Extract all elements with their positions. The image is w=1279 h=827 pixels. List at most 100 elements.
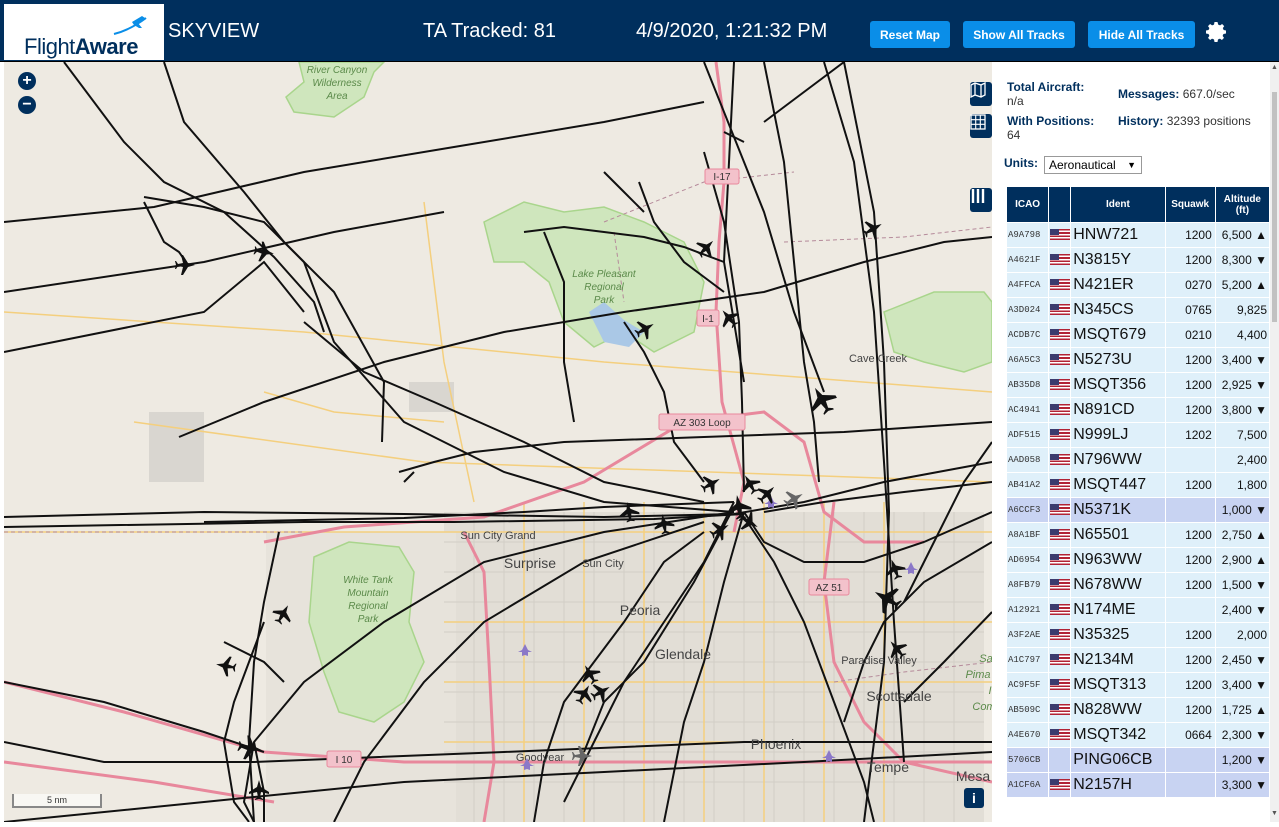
us-flag-icon <box>1049 679 1070 691</box>
table-row[interactable]: A1CF6A N2157H 3,300 ▼ <box>1005 772 1271 798</box>
cell-squawk: 1202 <box>1164 422 1216 448</box>
cell-altitude: 2,000 <box>1214 622 1271 648</box>
label-lake-pleasant-3: Park <box>594 295 616 306</box>
column-ident[interactable]: Ident <box>1070 186 1166 223</box>
table-row[interactable]: 5706CB PING06CB 1,200 ▼ <box>1005 747 1271 773</box>
scroll-up-arrow-icon[interactable]: ▲ <box>1271 64 1278 71</box>
cell-squawk: 1200 <box>1164 247 1216 273</box>
table-row[interactable]: A3F2AE N35325 1200 2,000 <box>1005 622 1271 648</box>
aircraft-icon[interactable] <box>214 654 238 678</box>
column-icao[interactable]: ICAO <box>1005 186 1050 223</box>
cell-squawk: 1200 <box>1164 572 1216 598</box>
table-row[interactable]: A6A5C3 N5273U 1200 3,400 ▼ <box>1005 347 1271 373</box>
label-surprise: Surprise <box>504 555 556 571</box>
logo-wordmark: FlightAware <box>24 34 138 60</box>
columns-icon[interactable] <box>970 188 992 212</box>
zoom-in-icon[interactable]: + <box>18 72 36 90</box>
table-row[interactable]: AB509C N828WW 1200 1,725 ▲ <box>1005 697 1271 723</box>
info-icon[interactable]: i <box>964 788 984 808</box>
table-row[interactable]: A9A798 HNW721 1200 6,500 ▲ <box>1005 222 1271 248</box>
column-flag[interactable] <box>1048 186 1072 223</box>
gear-icon[interactable] <box>1205 20 1229 44</box>
table-row[interactable]: AAD058 N796WW 2,400 <box>1005 447 1271 473</box>
cell-altitude: 1,725 ▲ <box>1214 697 1271 723</box>
show-all-tracks-button[interactable]: Show All Tracks <box>963 21 1075 48</box>
table-row[interactable]: ADF515 N999LJ 1202 7,500 <box>1005 422 1271 448</box>
column-altitude[interactable]: Altitude (ft) <box>1214 186 1271 223</box>
us-flag-icon <box>1049 479 1070 491</box>
cell-ident: N2157H <box>1070 772 1166 798</box>
label-salt-river-2: Pima <box>965 669 990 681</box>
us-flag-icon <box>1049 429 1070 441</box>
table-row[interactable]: AB35D8 MSQT356 1200 2,925 ▼ <box>1005 372 1271 398</box>
cell-ident: N2134M <box>1070 647 1166 673</box>
table-row[interactable]: ACDB7C MSQT679 0210 4,400 <box>1005 322 1271 348</box>
cell-ident: N5371K <box>1070 497 1166 523</box>
map-layers-icon[interactable] <box>970 82 992 106</box>
table-row[interactable]: AD6954 N963WW 1200 2,900 ▲ <box>1005 547 1271 573</box>
cell-altitude: 5,200 ▲ <box>1214 272 1271 298</box>
cell-icao: ACDB7C <box>1005 322 1050 348</box>
stat-with-positions-label: With Positions: <box>1007 114 1095 128</box>
cell-altitude: 4,400 <box>1214 322 1271 348</box>
cell-altitude: 9,825 <box>1214 297 1271 323</box>
table-row[interactable]: A4621F N3815Y 1200 8,300 ▼ <box>1005 247 1271 273</box>
cell-flag <box>1048 372 1072 398</box>
current-datetime: 4/9/2020, 1:21:32 PM <box>636 20 828 42</box>
sidebar-scroll-thumb[interactable] <box>1272 92 1277 322</box>
table-row[interactable]: A4E670 MSQT342 0664 2,300 ▼ <box>1005 722 1271 748</box>
table-row[interactable]: A8FB79 N678WW 1200 1,500 ▼ <box>1005 572 1271 598</box>
map-view[interactable]: River Canyon Wilderness Area Lake Pleasa… <box>4 62 992 822</box>
cell-altitude: 6,500 ▲ <box>1214 222 1271 248</box>
cell-altitude: 1,500 ▼ <box>1214 572 1271 598</box>
reset-map-button[interactable]: Reset Map <box>870 21 950 48</box>
stat-history-label: History: <box>1118 114 1164 128</box>
grid-icon[interactable] <box>970 114 992 138</box>
label-river-canyon-1: River Canyon <box>307 65 368 76</box>
table-row[interactable]: AC4941 N891CD 1200 3,800 ▼ <box>1005 397 1271 423</box>
us-flag-icon <box>1049 579 1070 591</box>
scroll-down-arrow-icon[interactable]: ▼ <box>1271 810 1278 817</box>
shield-az303: AZ 303 Loop <box>673 418 731 429</box>
aircraft-icon[interactable] <box>252 240 276 264</box>
map-canvas[interactable]: River Canyon Wilderness Area Lake Pleasa… <box>4 62 992 822</box>
stat-total-aircraft: Total Aircraft: n/a <box>1007 80 1084 108</box>
label-river-canyon-2: Wilderness <box>312 78 361 89</box>
units-select[interactable]: Aeronautical ▼ <box>1044 156 1142 174</box>
map-scale-bar: 5 nm <box>12 794 102 808</box>
column-squawk[interactable]: Squawk <box>1164 186 1216 223</box>
cell-squawk <box>1164 597 1216 623</box>
flightaware-logo[interactable]: FlightAware <box>4 4 164 60</box>
hide-all-tracks-button[interactable]: Hide All Tracks <box>1088 21 1195 48</box>
label-white-tank-4: Park <box>358 614 380 625</box>
units-select-value: Aeronautical <box>1049 158 1116 172</box>
us-flag-icon <box>1049 454 1070 466</box>
us-flag-icon <box>1049 554 1070 566</box>
aircraft-icon[interactable] <box>697 470 725 498</box>
label-goodyear: Goodyear <box>516 752 565 764</box>
table-row[interactable]: A4FFCA N421ER 0270 5,200 ▲ <box>1005 272 1271 298</box>
table-row[interactable]: AB41A2 MSQT447 1200 1,800 <box>1005 472 1271 498</box>
table-row[interactable]: A6CCF3 N5371K 1,000 ▼ <box>1005 497 1271 523</box>
cell-flag <box>1048 447 1072 473</box>
zoom-out-icon[interactable]: − <box>18 96 36 114</box>
aircraft-icon[interactable] <box>175 255 195 275</box>
cell-icao: AC9F5F <box>1005 672 1050 698</box>
cell-icao: AC4941 <box>1005 397 1050 423</box>
table-row[interactable]: A1C797 N2134M 1200 2,450 ▼ <box>1005 647 1271 673</box>
cell-ident: N345CS <box>1070 297 1166 323</box>
cell-flag <box>1048 222 1072 248</box>
table-row[interactable]: A8A1BF N65501 1200 2,750 ▲ <box>1005 522 1271 548</box>
label-salt-river-4: Com <box>972 701 992 713</box>
us-flag-icon <box>1049 304 1070 316</box>
cell-squawk: 1200 <box>1164 672 1216 698</box>
table-row[interactable]: AC9F5F MSQT313 1200 3,400 ▼ <box>1005 672 1271 698</box>
cell-squawk <box>1164 772 1216 798</box>
cell-squawk: 0270 <box>1164 272 1216 298</box>
table-row[interactable]: A12921 N174ME 2,400 ▼ <box>1005 597 1271 623</box>
table-row[interactable]: A3D024 N345CS 0765 9,825 <box>1005 297 1271 323</box>
cell-icao: AD6954 <box>1005 547 1050 573</box>
cell-squawk: 1200 <box>1164 472 1216 498</box>
cell-altitude: 3,300 ▼ <box>1214 772 1271 798</box>
cell-squawk: 1200 <box>1164 397 1216 423</box>
